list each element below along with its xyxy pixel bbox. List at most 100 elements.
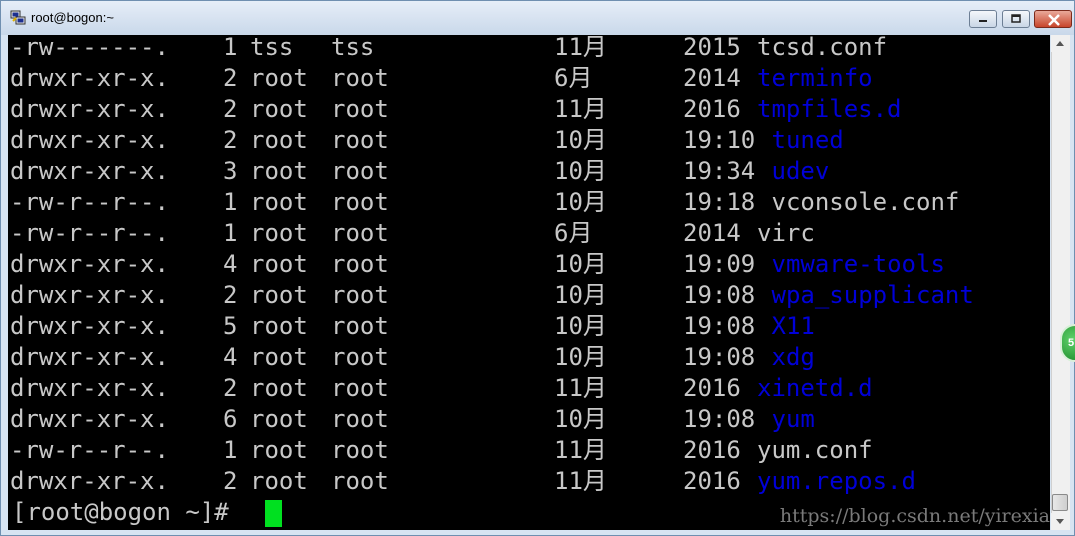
file-name: yum.conf	[757, 436, 873, 464]
directory-name: xinetd.d	[757, 374, 873, 402]
listing-owner: root	[250, 467, 308, 495]
directory-name: tmpfiles.d	[757, 95, 902, 123]
directory-name: yum	[771, 405, 815, 433]
listing-links: 2	[223, 126, 238, 154]
scroll-up-arrow[interactable]	[1051, 35, 1069, 52]
listing-month: 10月	[554, 250, 607, 278]
listing-perms: drwxr-xr-x.	[10, 250, 169, 278]
listing-group: root	[331, 281, 389, 309]
listing-owner: root	[250, 95, 308, 123]
listing-time: 2014	[683, 64, 741, 92]
title-bar[interactable]: root@bogon:~	[1, 1, 1074, 35]
listing-time: 2016	[683, 436, 741, 464]
close-icon	[1048, 14, 1060, 26]
file-name: virc	[757, 219, 815, 247]
listing-group: root	[331, 405, 389, 433]
listing-time: 19:18	[683, 188, 756, 216]
maximize-button[interactable]	[1002, 10, 1030, 28]
directory-name: tuned	[771, 126, 844, 154]
listing-group: root	[331, 374, 389, 402]
directory-name: wpa_supplicant	[771, 281, 974, 309]
listing-time: 19:08	[683, 343, 756, 371]
listing-time: 19:08	[683, 405, 756, 433]
listing-links: 2	[223, 281, 238, 309]
listing-time: 19:10	[683, 126, 756, 154]
directory-name: yum.repos.d	[757, 467, 916, 495]
listing-month: 11月	[554, 436, 607, 464]
listing-perms: drwxr-xr-x.	[10, 64, 169, 92]
listing-group: root	[331, 250, 389, 278]
listing-month: 10月	[554, 343, 607, 371]
listing-time: 2016	[683, 374, 741, 402]
listing-links: 2	[223, 95, 238, 123]
listing-month: 6月	[554, 64, 593, 92]
listing-links: 2	[223, 64, 238, 92]
listing-links: 6	[223, 405, 238, 433]
listing-time: 2014	[683, 219, 741, 247]
listing-group: root	[331, 126, 389, 154]
listing-links: 1	[223, 436, 238, 464]
listing-owner: root	[250, 343, 308, 371]
directory-name: terminfo	[757, 64, 873, 92]
terminal-output[interactable]: [root@bogon ~]# https://blog.csdn.net/yi…	[8, 35, 1050, 530]
minimize-icon	[979, 20, 987, 22]
listing-perms: drwxr-xr-x.	[10, 405, 169, 433]
listing-perms: -rw-------.	[10, 35, 169, 61]
listing-group: root	[331, 436, 389, 464]
listing-owner: root	[250, 188, 308, 216]
vertical-scrollbar[interactable]	[1051, 35, 1070, 530]
listing-owner: tss	[250, 35, 294, 61]
side-badge[interactable]: 5	[1060, 324, 1075, 362]
listing-group: root	[331, 467, 389, 495]
watermark: https://blog.csdn.net/yirexia	[779, 505, 1050, 527]
listing-links: 1	[223, 219, 238, 247]
listing-time: 19:08	[683, 281, 756, 309]
scrollbar-thumb[interactable]	[1052, 494, 1068, 511]
listing-month: 11月	[554, 374, 607, 402]
listing-month: 11月	[554, 467, 607, 495]
text-cursor	[265, 500, 282, 527]
terminal-window: root@bogon:~ [root@bogon ~]# https://blo…	[0, 0, 1075, 536]
listing-time: 2016	[683, 95, 741, 123]
listing-links: 4	[223, 343, 238, 371]
listing-owner: root	[250, 374, 308, 402]
listing-owner: root	[250, 64, 308, 92]
listing-perms: -rw-r--r--.	[10, 436, 169, 464]
listing-links: 5	[223, 312, 238, 340]
directory-name: vmware-tools	[771, 250, 945, 278]
listing-links: 1	[223, 35, 238, 61]
listing-links: 2	[223, 467, 238, 495]
listing-group: root	[331, 95, 389, 123]
listing-links: 4	[223, 250, 238, 278]
close-button[interactable]	[1034, 10, 1072, 28]
listing-time: 19:08	[683, 312, 756, 340]
listing-perms: drwxr-xr-x.	[10, 467, 169, 495]
listing-perms: drwxr-xr-x.	[10, 312, 169, 340]
listing-perms: -rw-r--r--.	[10, 219, 169, 247]
directory-name: xdg	[771, 343, 815, 371]
listing-month: 10月	[554, 188, 607, 216]
shell-prompt: [root@bogon ~]#	[12, 498, 229, 526]
listing-month: 6月	[554, 219, 593, 247]
directory-name: X11	[771, 312, 815, 340]
listing-owner: root	[250, 436, 308, 464]
listing-perms: drwxr-xr-x.	[10, 95, 169, 123]
file-name: vconsole.conf	[771, 188, 960, 216]
minimize-button[interactable]	[969, 10, 997, 28]
listing-time: 19:34	[683, 157, 756, 185]
listing-perms: drwxr-xr-x.	[10, 157, 169, 185]
listing-owner: root	[250, 312, 308, 340]
putty-icon[interactable]	[10, 9, 26, 25]
listing-group: root	[331, 64, 389, 92]
arrow-down-icon	[1056, 519, 1064, 524]
listing-perms: -rw-r--r--.	[10, 188, 169, 216]
listing-owner: root	[250, 219, 308, 247]
listing-perms: drwxr-xr-x.	[10, 374, 169, 402]
listing-group: root	[331, 343, 389, 371]
listing-links: 3	[223, 157, 238, 185]
listing-group: root	[331, 312, 389, 340]
directory-name: udev	[771, 157, 830, 185]
listing-time: 2015	[683, 35, 741, 61]
listing-owner: root	[250, 126, 308, 154]
scroll-down-arrow[interactable]	[1051, 513, 1069, 530]
